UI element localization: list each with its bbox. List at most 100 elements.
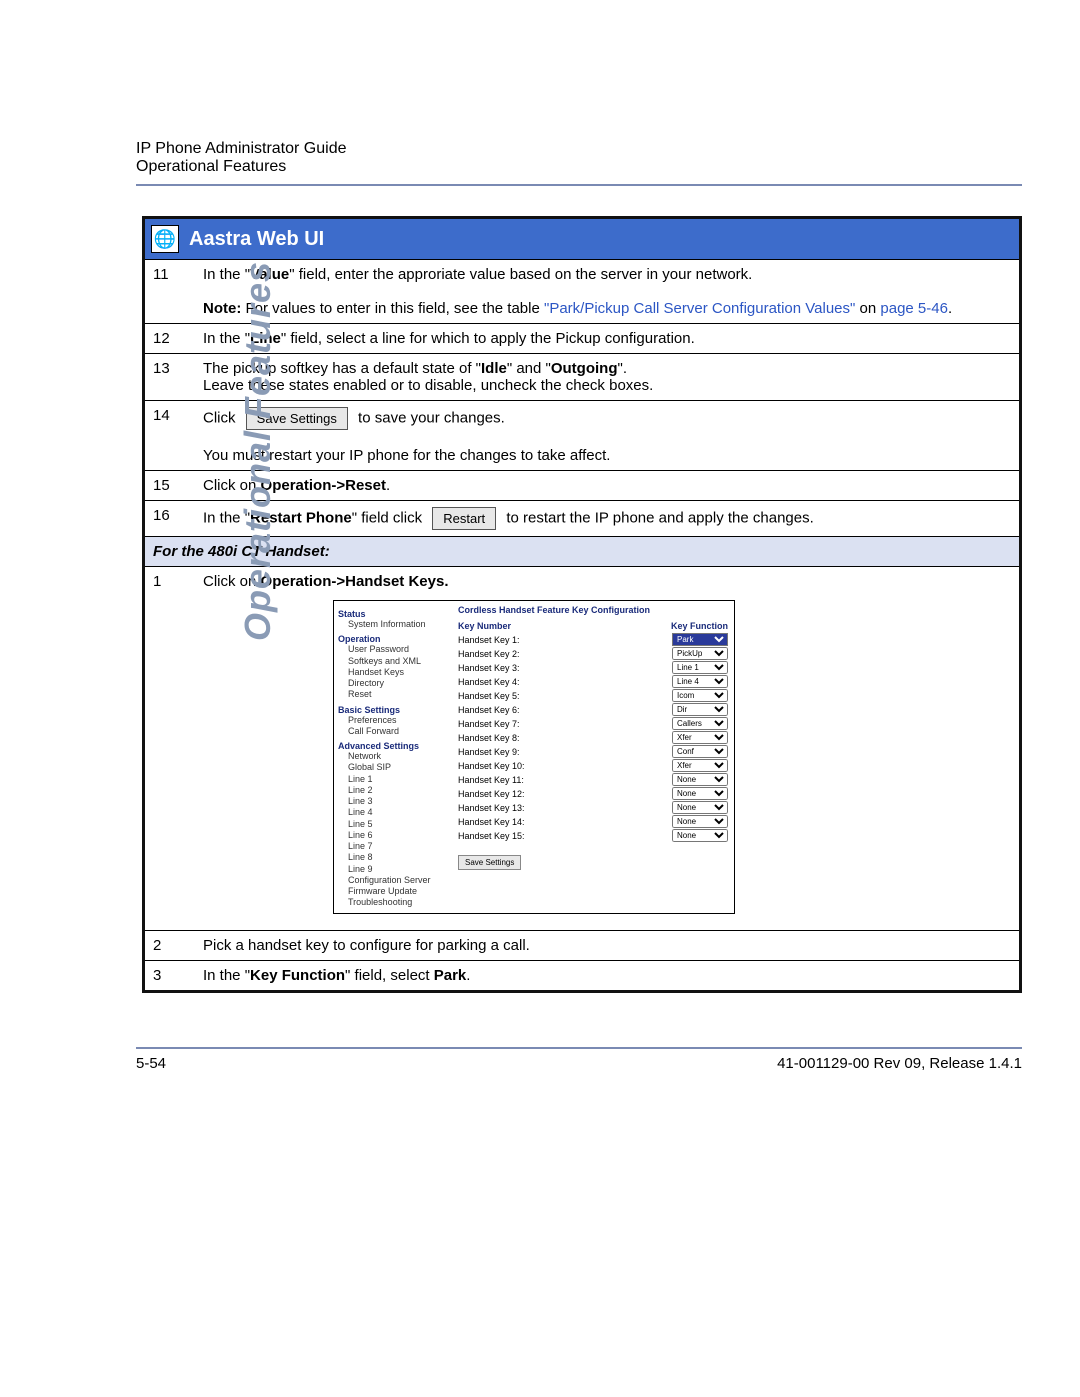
step-content: Pick a handset key to configure for park… [195, 930, 1019, 960]
nav-item[interactable]: Firmware Update [338, 886, 448, 897]
handset-key-row: Handset Key 11: None [458, 773, 728, 786]
handset-key-row: Handset Key 7: Callers [458, 717, 728, 730]
handset-key-row: Handset Key 13: None [458, 801, 728, 814]
embedded-web-ui: Status System Information Operation User… [333, 600, 735, 914]
key-function-select[interactable]: None [672, 829, 728, 842]
handset-key-row: Handset Key 15: None [458, 829, 728, 842]
col-key-number: Key Number [458, 621, 511, 631]
nav-item[interactable]: Troubleshooting [338, 897, 448, 908]
handset-key-label: Handset Key 1: [458, 635, 520, 645]
nav-item[interactable]: Softkeys and XML [338, 656, 448, 667]
step-content: In the "Value" field, enter the approria… [195, 260, 1019, 324]
key-function-select[interactable]: Icom [672, 689, 728, 702]
nav-item[interactable]: Directory [338, 678, 448, 689]
handset-key-label: Handset Key 11: [458, 775, 524, 785]
handset-key-row: Handset Key 12:None [458, 787, 728, 800]
handset-key-row: Handset Key 2: PickUp [458, 647, 728, 660]
handset-key-label: Handset Key 14: [458, 817, 525, 827]
nav-item[interactable]: Line 4 [338, 807, 448, 818]
webui-save-button[interactable]: Save Settings [458, 855, 521, 870]
handset-key-row: Handset Key 5: Icom [458, 689, 728, 702]
step-num: 3 [145, 960, 195, 990]
handset-key-row: Handset Key 6: Dir [458, 703, 728, 716]
nav-item[interactable]: Configuration Server [338, 875, 448, 886]
handset-key-row: Handset Key 14: None [458, 815, 728, 828]
nav-item[interactable]: Line 9 [338, 864, 448, 875]
footer-doc: 41-001129-00 Rev 09, Release 1.4.1 [777, 1055, 1022, 1072]
step-num: 2 [145, 930, 195, 960]
key-function-select[interactable]: Line 4 [672, 675, 728, 688]
key-function-select[interactable]: None [672, 773, 728, 786]
handset-key-label: Handset Key 4: [458, 677, 520, 687]
table-row: 3 In the "Key Function" field, select Pa… [145, 960, 1019, 990]
restart-button: Restart [432, 507, 496, 530]
handset-key-label: Handset Key 15: [458, 831, 525, 841]
handset-key-label: Handset Key 13: [458, 803, 525, 813]
panel-title-bar: 🌐 Aastra Web UI [145, 219, 1019, 259]
handset-key-row: Handset Key 4: Line 4 [458, 675, 728, 688]
handset-key-row: Handset Key 1: Park [458, 633, 728, 646]
nav-item[interactable]: Line 8 [338, 852, 448, 863]
nav-item[interactable]: Line 7 [338, 841, 448, 852]
header-rule [136, 184, 1022, 186]
nav-item[interactable]: Line 5 [338, 819, 448, 830]
nav-item[interactable]: Line 1 [338, 774, 448, 785]
nav-item[interactable]: Handset Keys [338, 667, 448, 678]
step-content: In the "Restart Phone" field click Resta… [195, 501, 1019, 537]
webui-col-heads: Key Number Key Function [458, 621, 728, 631]
nav-item[interactable]: User Password [338, 644, 448, 655]
key-function-select[interactable]: Park [672, 633, 728, 646]
step-num: 14 [145, 401, 195, 471]
nav-cat-status: Status [338, 609, 448, 619]
handset-key-row: Handset Key 9:Conf [458, 745, 728, 758]
nav-cat-basic: Basic Settings [338, 705, 448, 715]
handset-key-label: Handset Key 5: [458, 691, 520, 701]
key-function-select[interactable]: None [672, 801, 728, 814]
step-num: 16 [145, 501, 195, 537]
step-num: 13 [145, 354, 195, 401]
nav-item[interactable]: Preferences [338, 715, 448, 726]
nav-item[interactable]: Network [338, 751, 448, 762]
page-footer: 5-54 41-001129-00 Rev 09, Release 1.4.1 [136, 1047, 1022, 1072]
handset-key-row: Handset Key 3: Line 1 [458, 661, 728, 674]
step-num: 15 [145, 471, 195, 501]
side-section-label: Operational Features [237, 261, 279, 641]
key-function-select[interactable]: Xfer [672, 731, 728, 744]
step-num: 12 [145, 324, 195, 354]
nav-item[interactable]: Call Forward [338, 726, 448, 737]
key-function-select[interactable]: Conf [672, 745, 728, 758]
header-subtitle: Operational Features [136, 158, 1022, 176]
step-num: 1 [145, 567, 195, 931]
nav-item[interactable]: Reset [338, 689, 448, 700]
webui-main-title: Cordless Handset Feature Key Configurati… [458, 605, 728, 615]
nav-item[interactable]: Line 2 [338, 785, 448, 796]
step-b1-text: Click on Operation->Handset Keys. [203, 573, 1011, 590]
step-content: In the "Key Function" field, select Park… [195, 960, 1019, 990]
key-function-select[interactable]: None [672, 815, 728, 828]
nav-cat-advanced: Advanced Settings [338, 741, 448, 751]
handset-key-label: Handset Key 10: [458, 761, 525, 771]
col-key-function: Key Function [671, 621, 728, 631]
handset-key-label: Handset Key 3: [458, 663, 520, 673]
key-function-select[interactable]: Line 1 [672, 661, 728, 674]
handset-key-label: Handset Key 7: [458, 719, 520, 729]
handset-key-row: Handset Key 8: Xfer [458, 731, 728, 744]
table-row: 2 Pick a handset key to configure for pa… [145, 930, 1019, 960]
step-content: The pickup softkey has a default state o… [195, 354, 1019, 401]
handset-key-label: Handset Key 8: [458, 733, 520, 743]
key-function-select[interactable]: None [672, 787, 728, 800]
key-function-select[interactable]: Xfer [672, 759, 728, 772]
nav-item[interactable]: System Information [338, 619, 448, 630]
handset-key-label: Handset Key 2: [458, 649, 520, 659]
step-content: Click Save Settings to save your changes… [195, 401, 1019, 471]
nav-item[interactable]: Global SIP [338, 762, 448, 773]
nav-item[interactable]: Line 6 [338, 830, 448, 841]
handset-key-label: Handset Key 6: [458, 705, 520, 715]
key-function-select[interactable]: Dir [672, 703, 728, 716]
nav-item[interactable]: Line 3 [338, 796, 448, 807]
header-title: IP Phone Administrator Guide [136, 140, 1022, 158]
webui-main: Cordless Handset Feature Key Configurati… [452, 601, 734, 913]
step-content: Click on Operation->Reset. [195, 471, 1019, 501]
key-function-select[interactable]: Callers [672, 717, 728, 730]
key-function-select[interactable]: PickUp [672, 647, 728, 660]
